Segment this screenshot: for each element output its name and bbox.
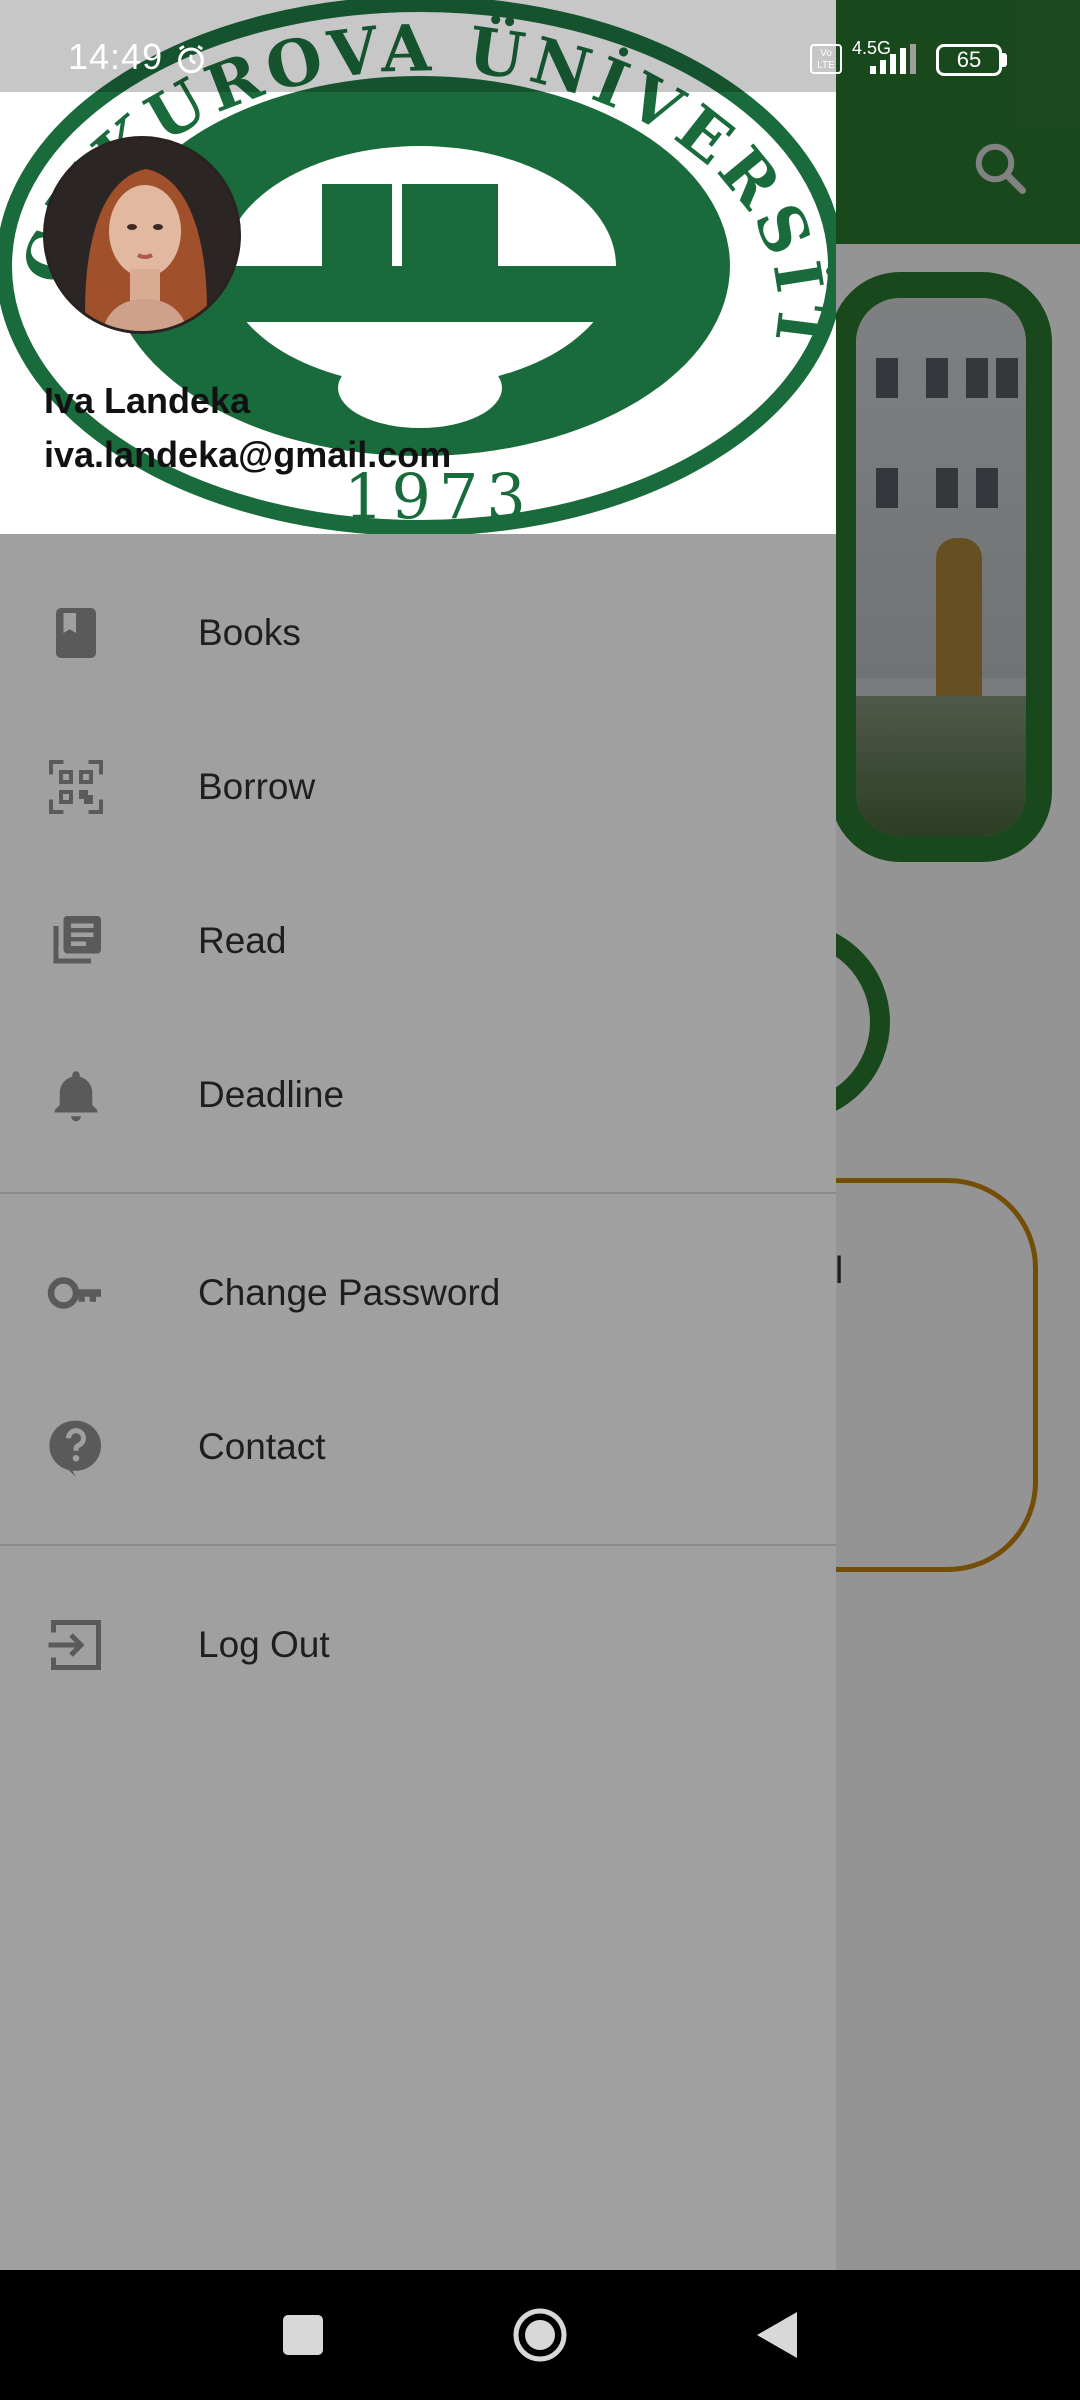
menu-item-read[interactable]: Read <box>0 866 836 1016</box>
home-button[interactable] <box>505 2300 575 2370</box>
user-email: iva.landeka@gmail.com <box>44 434 452 475</box>
navigation-drawer: ÇUKUROVA ÜNİVERSİTESİ 1973 Iva Landeka i… <box>0 0 836 2270</box>
avatar-photo <box>46 139 238 331</box>
volte-icon: Vo LTE <box>810 44 842 74</box>
menu-divider <box>0 1544 836 1546</box>
user-name: Iva Landeka <box>44 380 251 421</box>
alarm-icon <box>178 45 204 74</box>
signal-icon <box>870 44 916 74</box>
menu-item-label: Change Password <box>198 1272 501 1313</box>
menu-item-label: Books <box>198 612 301 653</box>
menu-divider <box>0 1192 836 1194</box>
battery-icon: 65 <box>936 44 1002 76</box>
book-icon <box>56 608 96 658</box>
key-icon <box>47 1277 101 1309</box>
system-nav-bar <box>0 2270 1080 2400</box>
menu-item-log-out[interactable]: Log Out <box>0 1570 836 1720</box>
status-time: 14:49 <box>68 36 164 77</box>
library-books-icon <box>53 916 101 964</box>
menu-item-label: Log Out <box>198 1624 330 1665</box>
menu-item-borrow[interactable]: Borrow <box>0 712 836 862</box>
battery-tip <box>1002 53 1007 67</box>
menu-item-label: Borrow <box>198 766 316 807</box>
menu-item-label: Read <box>198 920 287 961</box>
menu-item-contact[interactable]: Contact <box>0 1372 836 1522</box>
menu-item-label: Deadline <box>198 1074 345 1115</box>
menu-item-label: Contact <box>198 1426 326 1467</box>
menu-item-deadline[interactable]: Deadline <box>0 1020 836 1170</box>
menu-item-books[interactable]: Books <box>0 558 836 708</box>
back-button[interactable] <box>742 2300 812 2370</box>
bell-icon <box>54 1071 98 1122</box>
qr-scan-icon <box>49 760 103 814</box>
help-icon <box>49 1420 101 1477</box>
logout-icon <box>48 1620 101 1670</box>
menu-item-change-password[interactable]: Change Password <box>0 1218 836 1368</box>
status-bar: 14:49 Vo LTE 4.5G 65 <box>0 0 1080 92</box>
avatar[interactable] <box>43 136 241 334</box>
recents-button[interactable] <box>268 2300 338 2370</box>
